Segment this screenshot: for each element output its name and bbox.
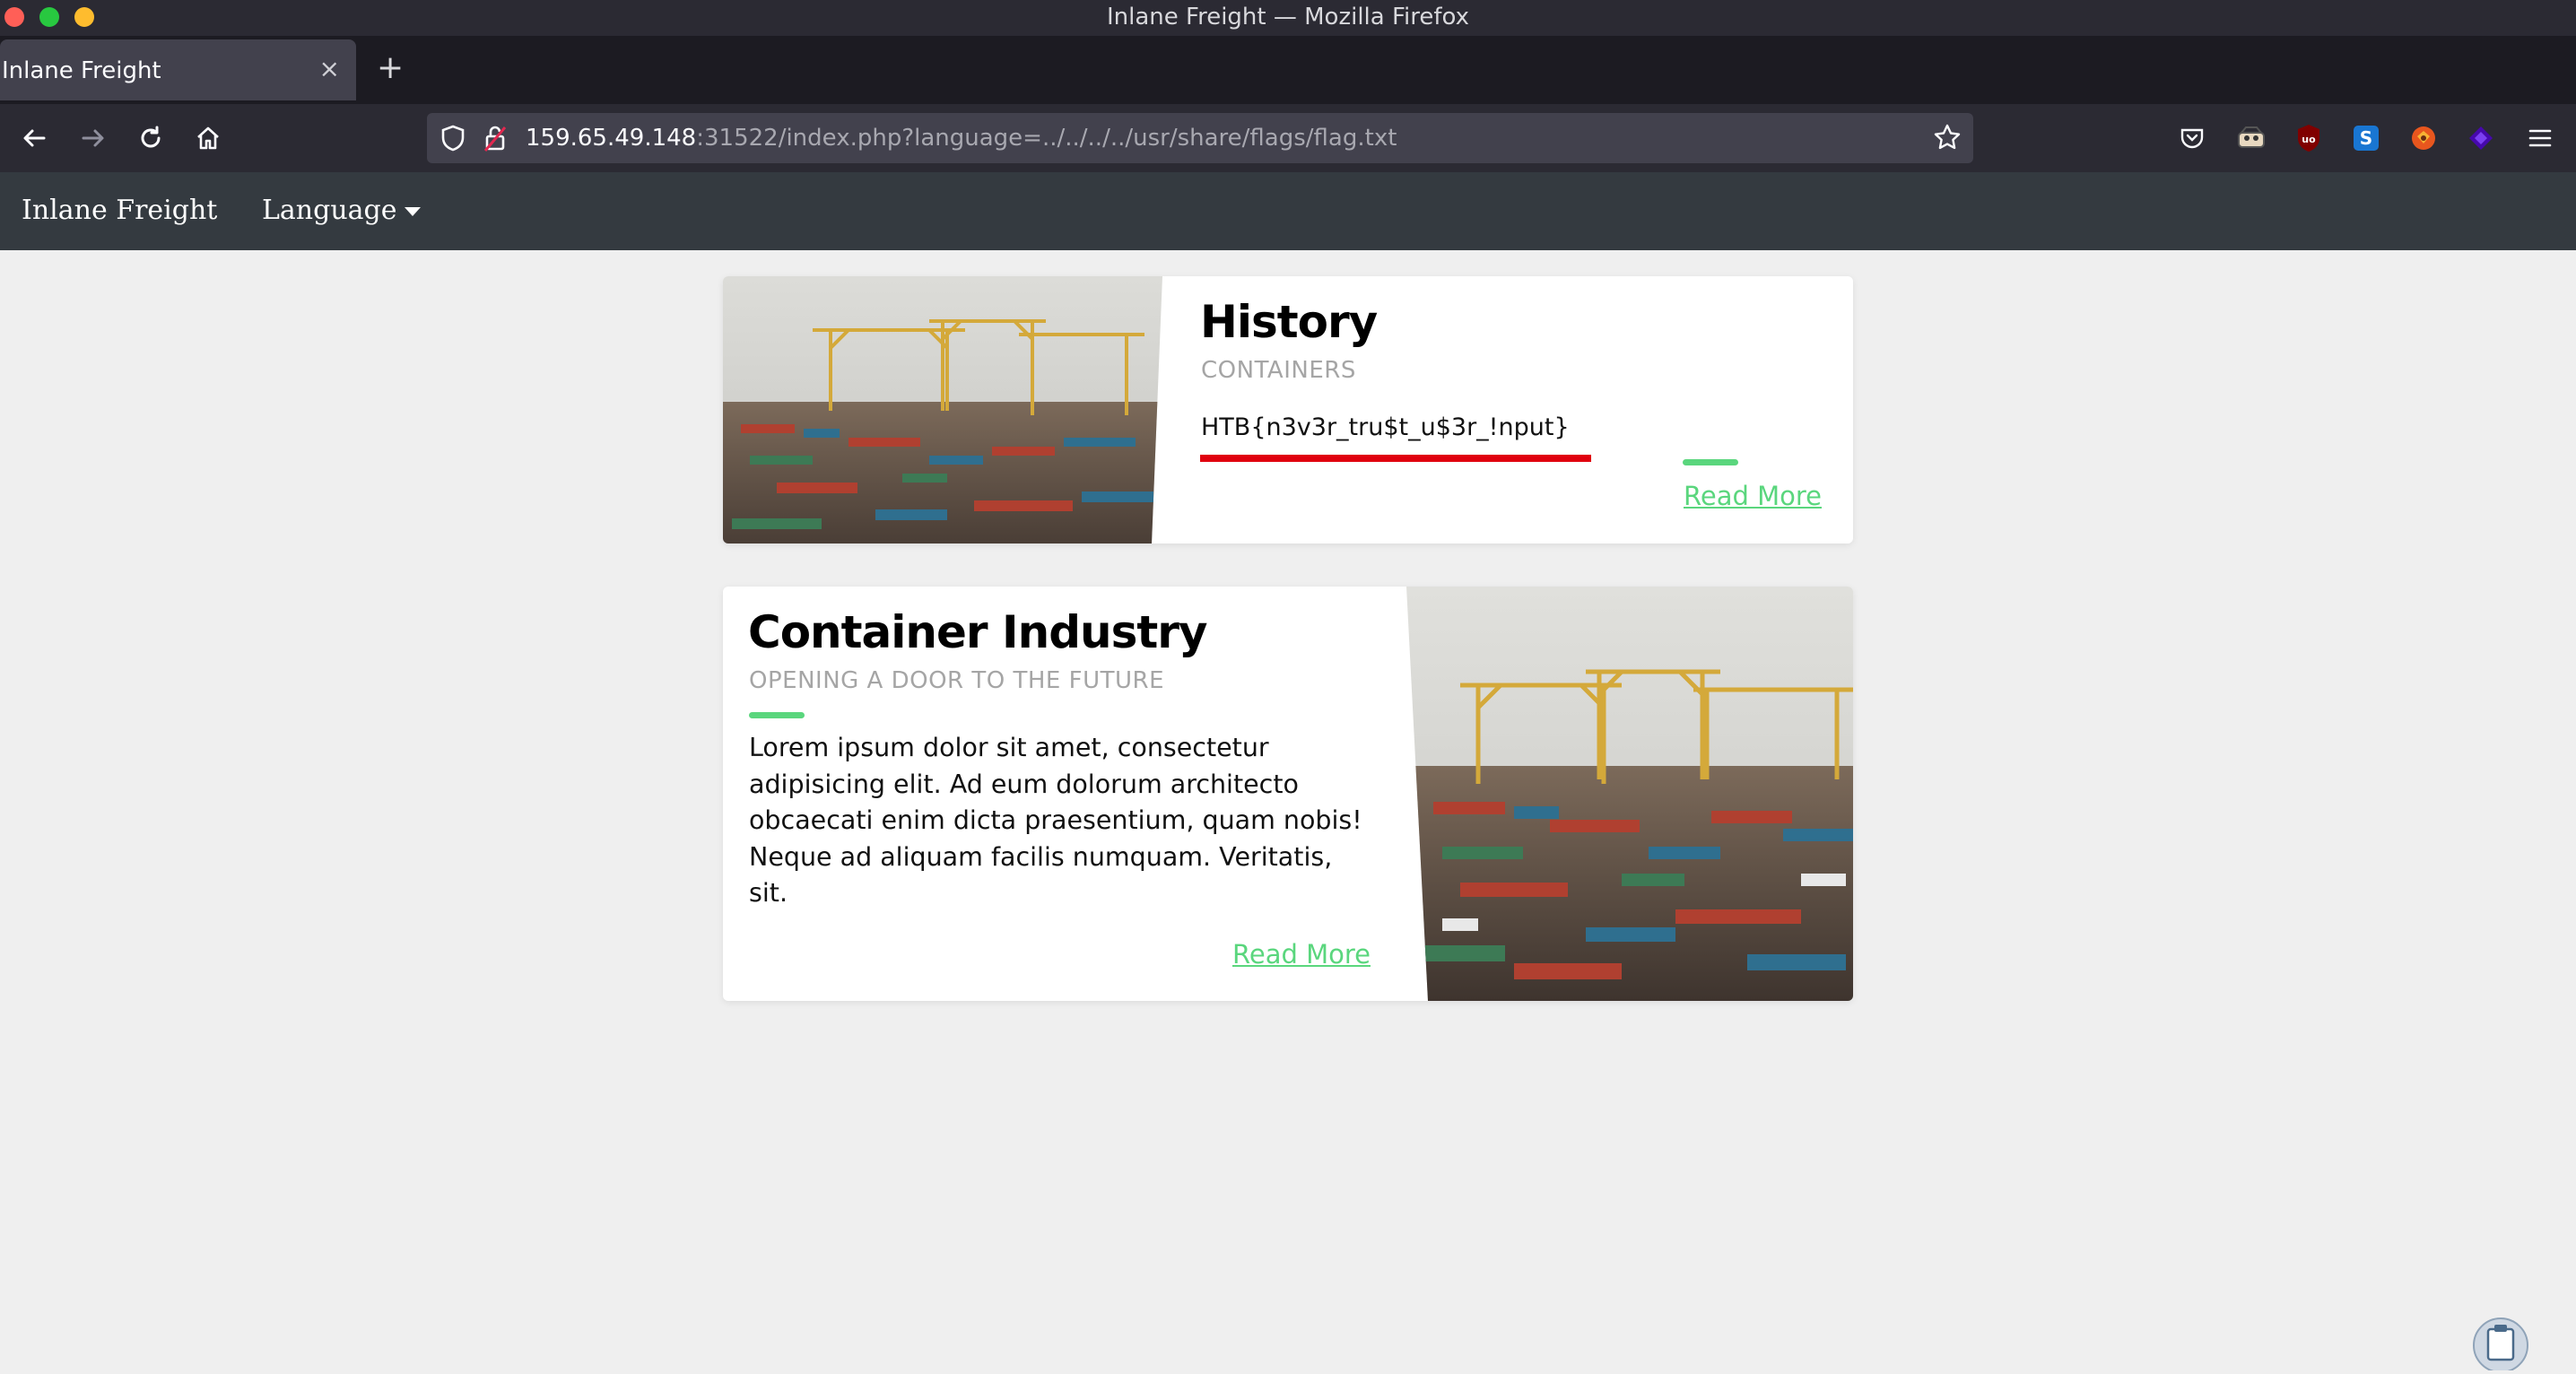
card-subtitle: OPENING A DOOR TO THE FUTURE <box>749 667 1165 694</box>
close-tab-icon[interactable]: × <box>319 54 340 83</box>
language-dropdown[interactable]: Language <box>262 195 421 226</box>
caret-down-icon <box>404 207 421 216</box>
body-line: obcaecati enim dicta praesentium, quam n… <box>749 805 1362 835</box>
site-navbar: Inlane Freight Language <box>0 172 2576 250</box>
wappalyzer-icon[interactable] <box>2465 122 2497 154</box>
svg-text:S: S <box>2360 127 2372 149</box>
card-subtitle: CONTAINERS <box>1201 357 1356 384</box>
read-more-link[interactable]: Read More <box>1232 939 1371 970</box>
tab-title: Inlane Freight <box>2 57 161 84</box>
home-icon[interactable] <box>187 117 230 160</box>
back-icon[interactable] <box>13 117 56 160</box>
read-more-link[interactable]: Read More <box>1684 481 1822 511</box>
extension-icon[interactable] <box>2235 122 2267 154</box>
clipboard-icon[interactable] <box>2472 1315 2529 1373</box>
s-extension-icon[interactable]: S <box>2350 122 2382 154</box>
ublock-origin-icon[interactable]: uo <box>2293 122 2325 154</box>
language-dropdown-label: Language <box>262 195 397 226</box>
card-title: Container Industry <box>748 606 1207 658</box>
forward-icon[interactable] <box>72 117 115 160</box>
url-text[interactable]: 159.65.49.148:31522/index.php?language=.… <box>526 125 1397 152</box>
svg-text:uo: uo <box>2302 134 2316 145</box>
pocket-icon[interactable] <box>2176 122 2208 154</box>
card-body-text: Lorem ipsum dolor sit amet, consectetur … <box>749 730 1362 912</box>
red-highlight-underline <box>1200 455 1591 462</box>
shield-icon[interactable] <box>439 124 466 159</box>
green-accent-bar <box>1683 459 1738 465</box>
body-line: sit. <box>749 878 788 908</box>
insecure-lock-icon[interactable] <box>483 124 508 159</box>
site-brand-link[interactable]: Inlane Freight <box>22 195 217 226</box>
card-title: History <box>1200 296 1378 348</box>
window-title: Inlane Freight — Mozilla Firefox <box>1106 4 1470 30</box>
browser-tab[interactable]: Inlane Freight × <box>0 39 356 100</box>
url-bar[interactable]: 159.65.49.148:31522/index.php?language=.… <box>427 113 1973 163</box>
new-tab-button[interactable]: + <box>377 50 404 86</box>
hamburger-menu-icon[interactable] <box>2524 122 2556 154</box>
port-container-image <box>1406 587 1853 1001</box>
browser-toolbar: 159.65.49.148:31522/index.php?language=.… <box>0 104 2576 172</box>
tab-strip: Inlane Freight × + <box>0 36 2576 104</box>
foxyproxy-icon[interactable] <box>2407 122 2440 154</box>
green-accent-bar <box>749 712 805 718</box>
body-line: adipisicing elit. Ad eum dolorum archite… <box>749 769 1299 799</box>
url-host: 159.65.49.148 <box>526 125 697 152</box>
body-line: Neque ad aliquam facilis numquam. Verita… <box>749 841 1333 872</box>
url-path: :31522/index.php?language=../../../../us… <box>696 125 1397 152</box>
flag-text: HTB{n3v3r_tru$t_u$3r_!nput} <box>1201 413 1570 441</box>
body-line: Lorem ipsum dolor sit amet, consectetur <box>749 733 1269 762</box>
bookmark-star-icon[interactable] <box>1932 122 1962 159</box>
window-title-bar: Inlane Freight — Mozilla Firefox <box>0 0 2576 36</box>
port-container-image <box>723 276 1162 544</box>
reload-icon[interactable] <box>129 117 172 160</box>
history-card: History CONTAINERS HTB{n3v3r_tru$t_u$3r_… <box>723 276 1853 544</box>
container-industry-card: Container Industry OPENING A DOOR TO THE… <box>723 587 1853 1001</box>
